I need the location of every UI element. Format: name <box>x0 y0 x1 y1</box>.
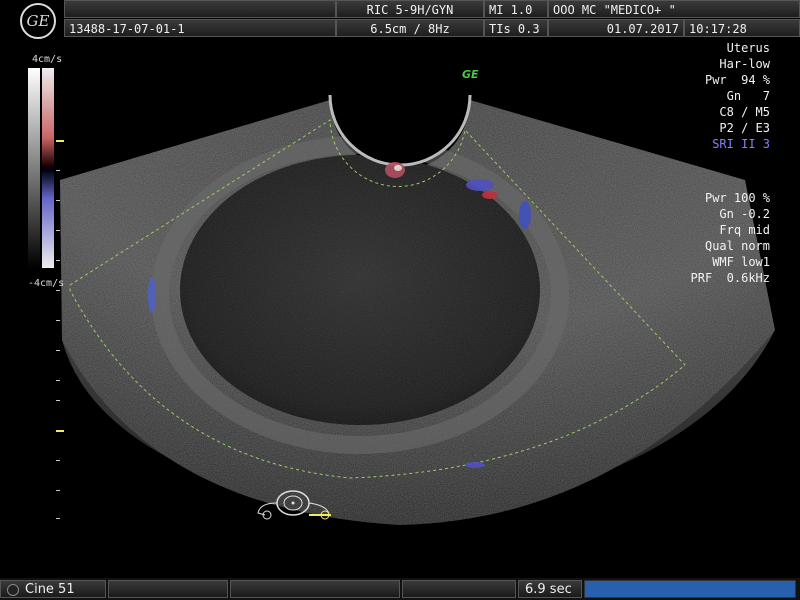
tis-value: TIs 0.3 <box>484 19 548 37</box>
cine-progress-bar[interactable] <box>584 580 796 598</box>
param-p-e: P2 / E3 <box>719 121 770 135</box>
softkey-3[interactable] <box>402 580 516 598</box>
softkey-1[interactable] <box>108 580 228 598</box>
param-color-power: Pwr 100 % <box>704 191 770 205</box>
param-sri: SRI II 3 <box>712 137 770 151</box>
exam-time: 10:17:28 <box>684 19 800 37</box>
param-power: Pwr 94 % <box>704 73 770 87</box>
probe-label: RIC 5-9H/GYN <box>336 0 484 18</box>
cine-icon <box>7 583 19 596</box>
param-prf: PRF 0.6kHz <box>690 271 770 285</box>
ge-logo: GE <box>20 3 56 39</box>
color-params: Pwr 100 % Gn -0.2 Frq mid Qual norm WMF … <box>691 190 770 286</box>
cine-duration: 6.9 sec <box>518 580 582 598</box>
depth-frequency: 6.5cm / 8Hz <box>336 19 484 37</box>
mi-value: MI 1.0 <box>484 0 548 18</box>
bmode-params: Uterus Har-low Pwr 94 % Gn 7 C8 / M5 P2 … <box>705 40 770 152</box>
cine-label: Cine 51 <box>25 582 75 597</box>
depth-ruler <box>56 140 64 520</box>
logo-text: GE <box>26 12 50 30</box>
softkey-2[interactable] <box>230 580 400 598</box>
color-scale-top-label: 4cm/s <box>32 54 63 65</box>
ultrasound-image <box>60 0 775 525</box>
bottom-bar: Cine 51 6.9 sec <box>0 578 800 600</box>
patient-id: 13488-17-07-01-1 <box>64 19 336 37</box>
param-c-m: C8 / M5 <box>719 105 770 119</box>
param-quality: Qual norm <box>704 239 770 253</box>
ge-mark: GE <box>462 68 479 81</box>
exam-date: 01.07.2017 <box>548 19 684 37</box>
param-preset: Uterus <box>726 41 770 55</box>
cine-control[interactable]: Cine 51 <box>0 580 106 598</box>
param-wmf: WMF low1 <box>712 255 770 269</box>
top-bar: GE RIC 5-9H/GYN MI 1.0 OOO MC "MEDICO+ "… <box>0 0 800 40</box>
grayscale-bar <box>28 68 40 268</box>
cine-progress-fill <box>585 581 795 597</box>
probe-orientation-icon <box>257 490 331 520</box>
param-frequency: Frq mid <box>719 223 770 237</box>
param-gain: Gn 7 <box>726 89 770 103</box>
param-harmonic: Har-low <box>719 57 770 71</box>
empty-header-cell <box>64 0 336 18</box>
color-scale-bar <box>42 68 54 268</box>
param-color-gain: Gn -0.2 <box>719 207 770 221</box>
institution-label: OOO MC "MEDICO+ " <box>548 0 800 18</box>
